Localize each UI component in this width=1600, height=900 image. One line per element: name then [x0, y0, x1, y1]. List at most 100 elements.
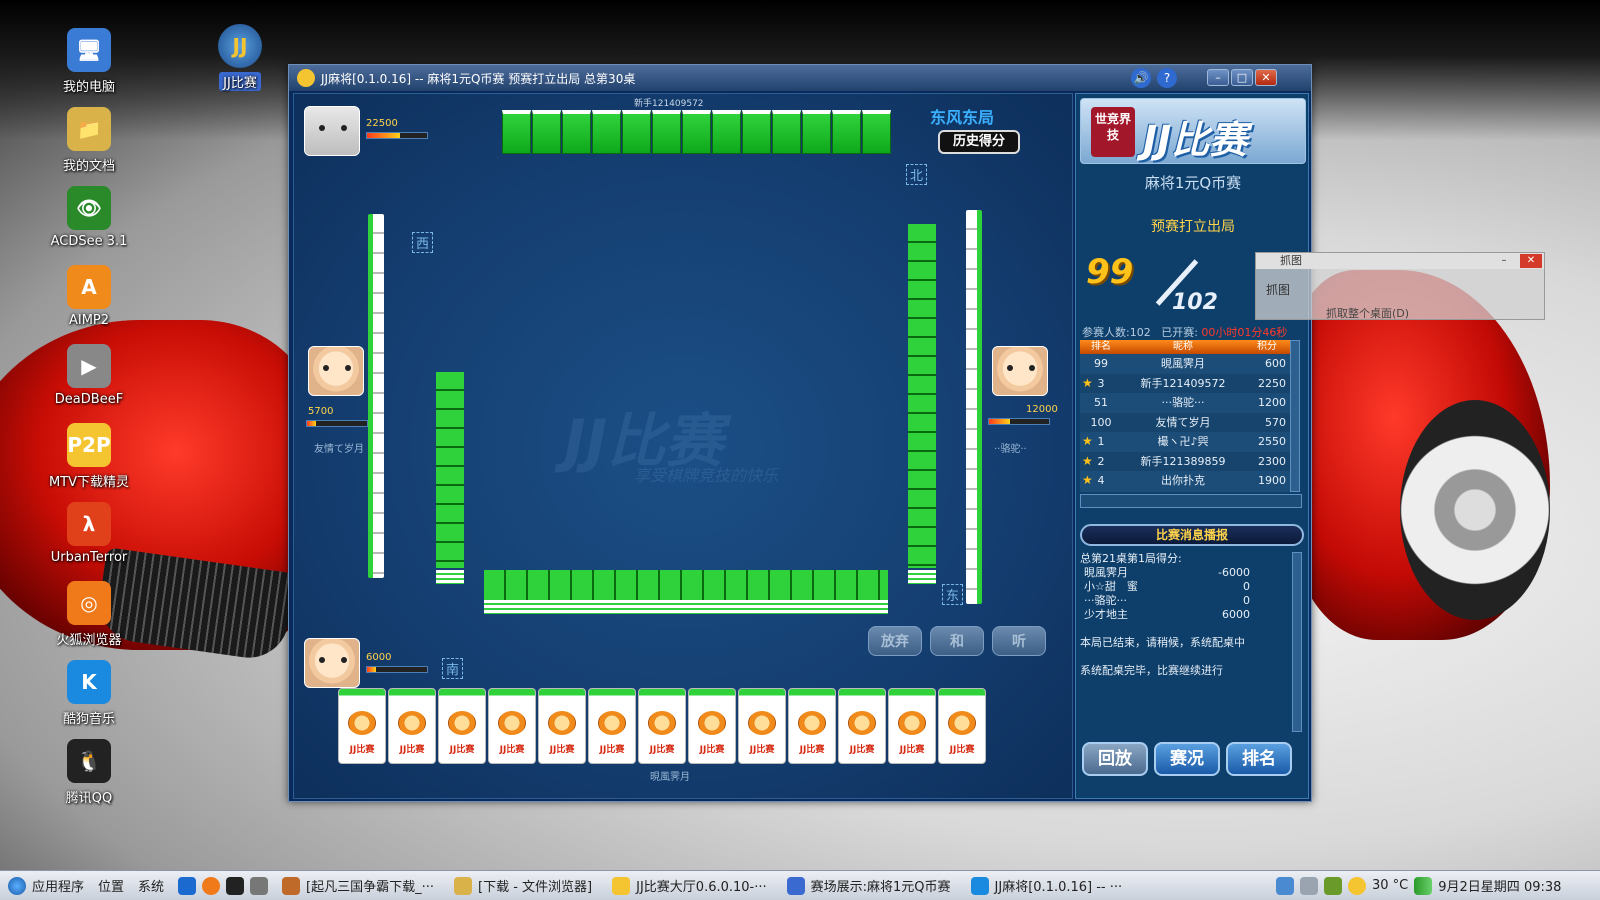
- match-name: 麻将1元Q币赛: [1144, 174, 1242, 192]
- desktop-icon[interactable]: 👁 ACDSee 3.1: [44, 186, 134, 249]
- taskbar-apps-menu[interactable]: 应用程序: [8, 876, 84, 895]
- ranking-cell-score: 1200: [1258, 396, 1286, 409]
- screenshot-launcher-icon[interactable]: [250, 876, 269, 895]
- star-icon: ★: [1082, 375, 1093, 390]
- hand-tile[interactable]: JJ比赛: [688, 688, 736, 764]
- left-player-hand: [368, 214, 384, 578]
- left-player-score-bar: [306, 420, 368, 427]
- desktop-app-icon: 🖥: [67, 28, 111, 72]
- ranking-table: 排名 昵称 积分 99 晛風霁月 600 ★ 3 新手121409572 2250 51 ···…: [1080, 340, 1290, 492]
- news-player-score: -6000: [1218, 566, 1250, 579]
- ranking-row[interactable]: 51 ···骆驼··· 1200: [1080, 393, 1290, 413]
- battery-icon[interactable]: [1324, 876, 1342, 895]
- capture-desktop-hint[interactable]: 抓取整个桌面(D): [1326, 305, 1409, 321]
- hand-tile[interactable]: JJ比赛: [588, 688, 636, 764]
- ranking-button[interactable]: 排名: [1226, 742, 1292, 776]
- taskbar: 应用程序 位置 系统 [起凡三国争霸下载_··· [下载 - 文件浏览器] JJ比赛…: [0, 870, 1600, 900]
- taskbar-system-menu[interactable]: 系统: [138, 876, 164, 895]
- news-score-row: 小☆甜 蜜 0: [1080, 580, 1286, 594]
- system-tray: 30 °C 9月2日星期四 09:38: [1276, 876, 1561, 895]
- close-button[interactable]: ✕: [1255, 69, 1277, 86]
- hand-tile[interactable]: JJ比赛: [788, 688, 836, 764]
- taskbar-task[interactable]: [起凡三国争霸下载_···: [282, 876, 434, 895]
- hand-tile[interactable]: JJ比赛: [538, 688, 586, 764]
- clock[interactable]: 9月2日星期四 09:38: [1438, 876, 1561, 895]
- ranking-rank-value: 2: [1097, 454, 1105, 468]
- ranking-rank-value: 3: [1097, 376, 1105, 390]
- news-vscroll[interactable]: [1292, 552, 1302, 732]
- bottom-player-name: 晛風霁月: [650, 772, 690, 783]
- ranking-row[interactable]: ★ 4 出你扑克 1900: [1080, 471, 1290, 491]
- desktop-icon[interactable]: A AIMP2: [44, 265, 134, 328]
- opponent-tile: [622, 110, 651, 154]
- replay-button[interactable]: 回放: [1082, 742, 1148, 776]
- help-icon[interactable]: ?: [1157, 68, 1177, 88]
- capture-close-button[interactable]: ✕: [1520, 254, 1542, 268]
- sound-icon[interactable]: 🔊: [1131, 68, 1151, 88]
- ranking-row[interactable]: ★ 2 新手121389859 2300: [1080, 451, 1290, 471]
- ranking-cell-name: 友情て岁月: [1155, 415, 1211, 429]
- taskbar-task[interactable]: 赛场展示:麻将1元Q币赛: [786, 876, 951, 895]
- hand-tile[interactable]: JJ比赛: [338, 688, 386, 764]
- temperature: 30 °C: [1372, 878, 1409, 893]
- win-button[interactable]: 和: [930, 626, 984, 656]
- hand-tile[interactable]: JJ比赛: [838, 688, 886, 764]
- terminal-launcher-icon[interactable]: [226, 876, 245, 895]
- total-players: 102: [1172, 290, 1218, 315]
- taskbar-task[interactable]: [下载 - 文件浏览器]: [454, 876, 592, 895]
- desktop-icon[interactable]: P2P MTV下载精灵: [44, 423, 134, 490]
- ranking-row[interactable]: 100 友情て岁月 570: [1080, 412, 1290, 432]
- taskbar-task[interactable]: JJ比赛大厅0.6.0.10-···: [612, 876, 767, 895]
- hand-tile[interactable]: JJ比赛: [388, 688, 436, 764]
- bottom-player-avatar: [304, 638, 360, 688]
- maximize-button[interactable]: □: [1231, 69, 1253, 86]
- desktop-icon[interactable]: 🖥 我的电脑: [44, 28, 134, 95]
- hand-tile[interactable]: JJ比赛: [938, 688, 986, 764]
- history-score-button[interactable]: 历史得分: [938, 130, 1020, 154]
- app-logo-icon: [297, 69, 315, 87]
- ranking-cell-name: 出你扑克: [1161, 474, 1205, 487]
- match-status-button[interactable]: 赛况: [1154, 742, 1220, 776]
- desktop-icon[interactable]: K 酷狗音乐: [44, 660, 134, 727]
- launcher-icon[interactable]: [178, 876, 197, 895]
- hand-tile[interactable]: JJ比赛: [888, 688, 936, 764]
- opponent-tile: [742, 110, 771, 154]
- desktop-app-icon: 🐧: [67, 739, 111, 783]
- ready-button[interactable]: 听: [992, 626, 1046, 656]
- desktop-icon[interactable]: ▶ DeaDBeeF: [44, 344, 134, 407]
- hand-tile[interactable]: JJ比赛: [638, 688, 686, 764]
- minimize-button[interactable]: –: [1207, 69, 1229, 86]
- desktop-icon[interactable]: λ UrbanTerror: [44, 502, 134, 565]
- opponent-tile: [862, 110, 891, 154]
- taskbar-places-menu[interactable]: 位置: [98, 876, 124, 895]
- capture-button[interactable]: 抓图: [1266, 281, 1290, 298]
- hand-tile[interactable]: JJ比赛: [488, 688, 536, 764]
- ranking-rank-value: 99: [1094, 357, 1108, 370]
- taskbar-task[interactable]: JJ麻将[0.1.0.16] -- ···: [970, 876, 1122, 895]
- desktop-app-icon: ▶: [67, 344, 111, 388]
- task-label: 赛场展示:麻将1元Q币赛: [810, 880, 951, 895]
- desktop-icon[interactable]: 📁 我的文档: [44, 107, 134, 174]
- ranking-row[interactable]: ★ 1 樶ヽ卍♪巺 2550: [1080, 432, 1290, 452]
- match-info-panel: 世竞界技 JJ比赛 麻将1元Q币赛 预赛打立出局 99 102 参赛人数:102…: [1075, 93, 1309, 799]
- ranking-hscroll[interactable]: [1080, 494, 1302, 508]
- pass-button[interactable]: 放弃: [868, 626, 922, 656]
- ranking-row[interactable]: 99 晛風霁月 600: [1080, 354, 1290, 374]
- top-player-score-bar: [366, 132, 428, 139]
- bottom-wall: [484, 570, 888, 600]
- ranking-vscroll[interactable]: [1290, 340, 1300, 492]
- desktop-app-icon: λ: [67, 502, 111, 546]
- window-titlebar[interactable]: JJ麻将[0.1.0.16] -- 麻将1元Q币赛 预赛打立出局 总第30桌 🔊…: [289, 65, 1311, 91]
- desktop-icon-jj[interactable]: JJ JJ比赛: [195, 24, 285, 91]
- hand-tile[interactable]: JJ比赛: [438, 688, 486, 764]
- capture-minimize-button[interactable]: –: [1494, 254, 1514, 268]
- network-icon[interactable]: [1276, 876, 1294, 895]
- firefox-launcher-icon[interactable]: [202, 876, 221, 895]
- header-score: 积分: [1257, 341, 1277, 352]
- desktop-icon[interactable]: ◎ 火狐浏览器: [44, 581, 134, 648]
- ranking-row[interactable]: ★ 3 新手121409572 2250: [1080, 373, 1290, 393]
- display-icon[interactable]: [1300, 876, 1318, 895]
- tile-face-icon: [498, 711, 526, 735]
- desktop-icon[interactable]: 🐧 腾讯QQ: [44, 739, 134, 806]
- hand-tile[interactable]: JJ比赛: [738, 688, 786, 764]
